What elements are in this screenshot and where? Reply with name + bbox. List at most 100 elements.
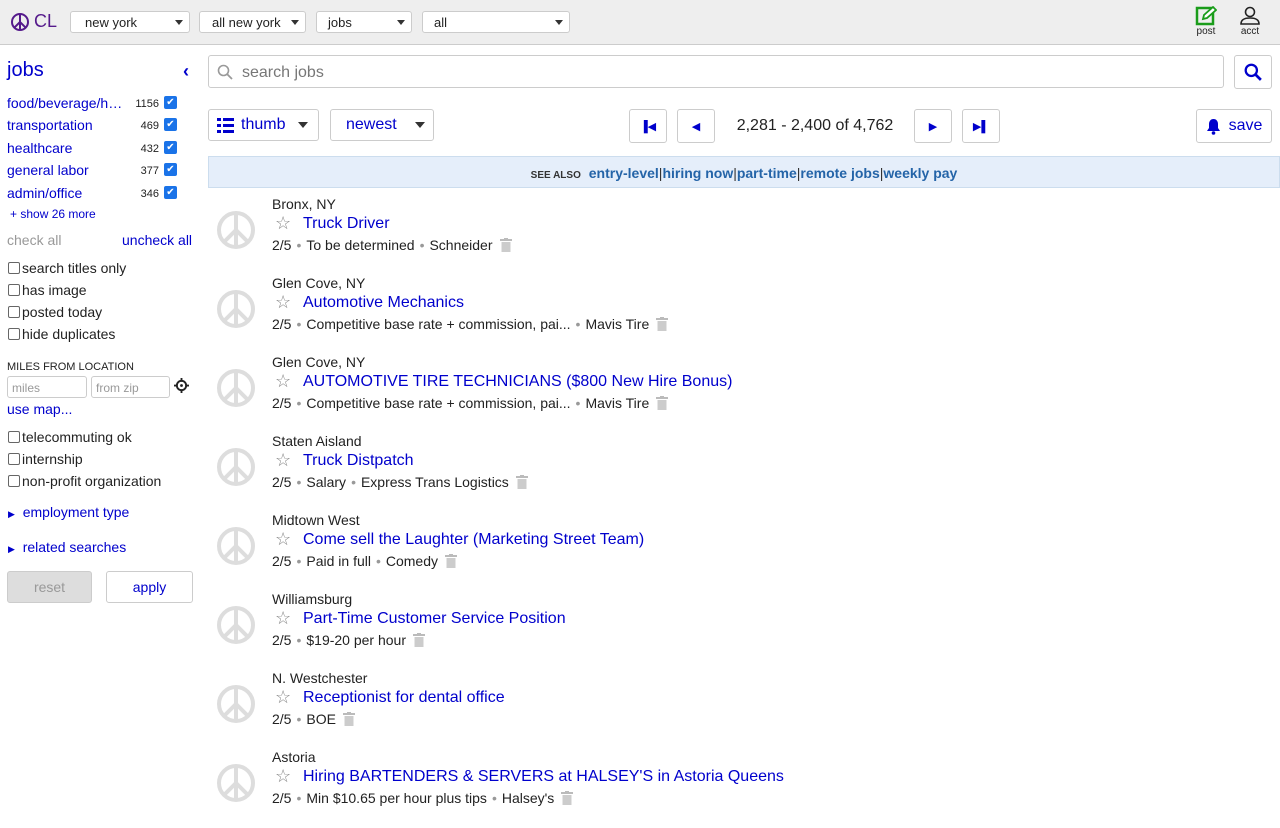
first-page-button[interactable]: ▐◀ bbox=[629, 109, 667, 143]
hide-listing-trash-icon[interactable] bbox=[342, 712, 355, 726]
filter-search-titles[interactable]: search titles only bbox=[8, 260, 126, 276]
see-also-link[interactable]: remote jobs bbox=[800, 165, 879, 181]
filter-non-profit[interactable]: non-profit organization bbox=[8, 473, 161, 489]
listing-thumbnail-peace-icon[interactable] bbox=[216, 447, 256, 492]
favorite-star-icon[interactable]: ☆ bbox=[275, 292, 291, 313]
category-item[interactable]: admin/office 346 ✔ bbox=[7, 185, 179, 205]
listing-thumbnail-peace-icon[interactable] bbox=[216, 763, 256, 808]
see-also-link[interactable]: hiring now bbox=[662, 165, 733, 181]
hide-listing-trash-icon[interactable] bbox=[656, 396, 669, 410]
listing-thumbnail-peace-icon[interactable] bbox=[216, 526, 256, 571]
category-item[interactable]: food/beverage/hospitality 1156 ✔ bbox=[7, 95, 179, 115]
collapse-sidebar-icon[interactable]: ‹ bbox=[183, 61, 189, 82]
checkbox[interactable] bbox=[8, 475, 20, 487]
listing-title-link[interactable]: Hiring BARTENDERS & SERVERS at HALSEY'S … bbox=[303, 768, 784, 786]
favorite-star-icon[interactable]: ☆ bbox=[275, 766, 291, 787]
listing-thumbnail-peace-icon[interactable] bbox=[216, 684, 256, 729]
filter-internship[interactable]: internship bbox=[8, 451, 83, 467]
employment-type-toggle[interactable]: ▶ employment type bbox=[8, 504, 129, 520]
zip-input[interactable]: from zip bbox=[91, 376, 170, 398]
favorite-star-icon[interactable]: ☆ bbox=[275, 529, 291, 550]
category-item[interactable]: general labor 377 ✔ bbox=[7, 162, 179, 182]
category-checkbox[interactable]: ✔ bbox=[164, 118, 177, 131]
category-checkbox[interactable]: ✔ bbox=[164, 96, 177, 109]
listing-title-link[interactable]: Part-Time Customer Service Position bbox=[303, 610, 566, 628]
hide-listing-trash-icon[interactable] bbox=[499, 238, 512, 252]
listing-title-link[interactable]: Truck Driver bbox=[303, 215, 390, 233]
see-also-link[interactable]: entry-level bbox=[589, 165, 659, 181]
save-search-button[interactable]: save bbox=[1196, 109, 1272, 143]
filter-has-image[interactable]: has image bbox=[8, 282, 87, 298]
category-checkbox[interactable]: ✔ bbox=[164, 163, 177, 176]
checkbox[interactable] bbox=[8, 284, 20, 296]
category-name[interactable]: admin/office bbox=[7, 185, 129, 201]
last-page-button[interactable]: ▶▌ bbox=[962, 109, 1000, 143]
area-select[interactable]: new york bbox=[70, 11, 190, 33]
subarea-select[interactable]: all new york bbox=[199, 11, 306, 33]
subcategory-select[interactable]: all bbox=[422, 11, 570, 33]
listing-thumbnail-peace-icon[interactable] bbox=[216, 210, 256, 255]
favorite-star-icon[interactable]: ☆ bbox=[275, 213, 291, 234]
uncheck-all-link[interactable]: uncheck all bbox=[122, 232, 192, 248]
see-also-link[interactable]: weekly pay bbox=[883, 165, 957, 181]
favorite-star-icon[interactable]: ☆ bbox=[275, 608, 291, 629]
use-map-link[interactable]: use map... bbox=[7, 401, 72, 417]
miles-input[interactable]: miles bbox=[7, 376, 87, 398]
hide-listing-trash-icon[interactable] bbox=[561, 791, 574, 805]
hide-listing-trash-icon[interactable] bbox=[413, 633, 426, 647]
checkbox[interactable] bbox=[8, 453, 20, 465]
view-mode-select[interactable]: thumb bbox=[208, 109, 319, 141]
category-checkbox[interactable]: ✔ bbox=[164, 141, 177, 154]
post-button[interactable]: post bbox=[1191, 5, 1221, 37]
checkbox[interactable] bbox=[8, 306, 20, 318]
search-input[interactable]: search jobs bbox=[208, 55, 1224, 88]
search-button[interactable] bbox=[1234, 55, 1272, 89]
listing-title-link[interactable]: Automotive Mechanics bbox=[303, 294, 464, 312]
listing-date: 2/5 bbox=[272, 790, 292, 806]
hide-listing-trash-icon[interactable] bbox=[656, 317, 669, 331]
listing-thumbnail-peace-icon[interactable] bbox=[216, 368, 256, 413]
filter-posted-today[interactable]: posted today bbox=[8, 304, 102, 320]
first-page-icon: ▐◀ bbox=[639, 120, 657, 133]
category-select[interactable]: jobs bbox=[316, 11, 412, 33]
search-icon bbox=[1244, 63, 1262, 81]
account-button[interactable]: acct bbox=[1235, 6, 1265, 37]
favorite-star-icon[interactable]: ☆ bbox=[275, 687, 291, 708]
category-name[interactable]: transportation bbox=[7, 117, 129, 133]
listing-title-link[interactable]: Truck Distpatch bbox=[303, 452, 414, 470]
check-all-link[interactable]: check all bbox=[7, 232, 61, 248]
listing-title-link[interactable]: Receptionist for dental office bbox=[303, 689, 505, 707]
checkbox[interactable] bbox=[8, 431, 20, 443]
hide-listing-trash-icon[interactable] bbox=[445, 554, 458, 568]
filter-telecommuting[interactable]: telecommuting ok bbox=[8, 429, 132, 445]
category-checkbox[interactable]: ✔ bbox=[164, 186, 177, 199]
see-also-link[interactable]: part-time bbox=[737, 165, 797, 181]
listing-row: Glen Cove, NY ☆ AUTOMOTIVE TIRE TECHNICI… bbox=[208, 354, 1280, 433]
favorite-star-icon[interactable]: ☆ bbox=[275, 450, 291, 471]
listing-thumbnail-peace-icon[interactable] bbox=[216, 605, 256, 650]
favorite-star-icon[interactable]: ☆ bbox=[275, 371, 291, 392]
related-searches-toggle[interactable]: ▶ related searches bbox=[8, 539, 126, 555]
checkbox[interactable] bbox=[8, 262, 20, 274]
reset-button[interactable]: reset bbox=[7, 571, 92, 603]
hide-listing-trash-icon[interactable] bbox=[515, 475, 528, 489]
category-name[interactable]: general labor bbox=[7, 162, 129, 178]
category-item[interactable]: transportation 469 ✔ bbox=[7, 117, 179, 137]
sort-select[interactable]: newest bbox=[330, 109, 434, 141]
listing-thumbnail-peace-icon[interactable] bbox=[216, 289, 256, 334]
listing-title-link[interactable]: Come sell the Laughter (Marketing Street… bbox=[303, 531, 644, 549]
listing-title-link[interactable]: AUTOMOTIVE TIRE TECHNICIANS ($800 New Hi… bbox=[303, 373, 732, 391]
category-name[interactable]: food/beverage/hospitality bbox=[7, 95, 129, 111]
category-item[interactable]: healthcare 432 ✔ bbox=[7, 140, 179, 160]
show-more-link[interactable]: + show 26 more bbox=[10, 207, 96, 221]
locate-icon[interactable] bbox=[174, 378, 189, 393]
filter-hide-duplicates[interactable]: hide duplicates bbox=[8, 326, 115, 342]
apply-button[interactable]: apply bbox=[106, 571, 193, 603]
prev-page-button[interactable]: ◀ bbox=[677, 109, 715, 143]
category-name[interactable]: healthcare bbox=[7, 140, 129, 156]
craigslist-logo[interactable]: CL bbox=[10, 11, 57, 32]
listing-meta-line: 2/5 • Competitive base rate + commission, … bbox=[272, 395, 669, 411]
employment-type-label: employment type bbox=[22, 504, 130, 520]
next-page-button[interactable]: ▶ bbox=[914, 109, 952, 143]
checkbox[interactable] bbox=[8, 328, 20, 340]
